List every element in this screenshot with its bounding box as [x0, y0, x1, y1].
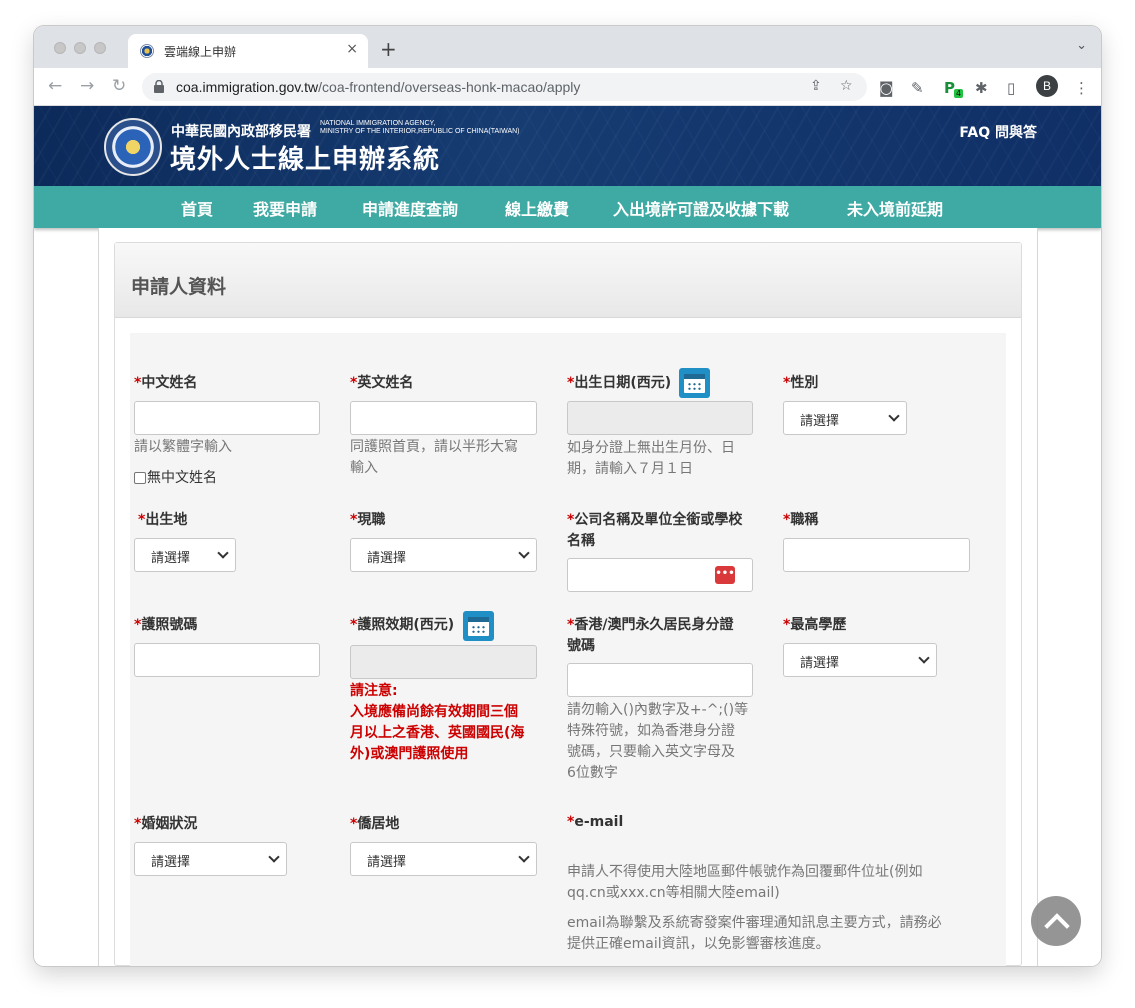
birth-date-help: 如身分證上無出生月份、日 期，請輸入７月１日	[567, 440, 735, 477]
calendar-icon[interactable]	[463, 611, 494, 641]
nav-home[interactable]: 首頁	[181, 196, 213, 220]
no-chinese-name-label[interactable]: 無中文姓名	[147, 468, 217, 489]
passport-no-input[interactable]	[134, 643, 320, 677]
nav-payment[interactable]: 線上繳費	[505, 196, 569, 220]
chevron-down-icon	[268, 851, 280, 863]
reload-icon[interactable]: ↻	[112, 76, 126, 96]
panel-header: 申請人資料	[115, 243, 1021, 318]
main-nav: 首頁 我要申請 申請進度查詢 線上繳費 入出境許可證及收據下載 未入境前延期	[34, 186, 1101, 228]
scroll-to-top-button[interactable]	[1031, 896, 1081, 946]
english-name-input[interactable]	[350, 401, 537, 435]
profile-avatar[interactable]: B	[1036, 75, 1058, 97]
agency-name-cn: 中華民國內政部移民署	[171, 124, 311, 140]
panel-title: 申請人資料	[131, 276, 227, 298]
password-manager-icon[interactable]: •••	[715, 566, 735, 584]
tab-strip: 雲端線上申辦 × + ⌄	[34, 26, 1101, 68]
minimize-window-button[interactable]	[74, 42, 86, 54]
passport-expiry-input[interactable]	[350, 645, 537, 679]
address-bar[interactable]: coa.immigration.gov.tw/coa-frontend/over…	[142, 73, 867, 101]
hk-id-label: *香港/澳門永久居民身分證 號碼	[567, 617, 734, 654]
bookmark-star-icon[interactable]: ☆	[840, 78, 853, 94]
new-tab-button[interactable]: +	[380, 37, 397, 61]
job-title-input[interactable]	[783, 538, 970, 572]
chinese-name-label: *中文姓名	[134, 375, 198, 391]
company-label: *公司名稱及單位全銜或學校 名稱	[567, 512, 743, 549]
tab-search-chevron-icon[interactable]: ⌄	[1076, 38, 1087, 53]
passport-expiry-label: *護照效期(西元)	[350, 617, 455, 633]
nav-extension[interactable]: 未入境前延期	[847, 196, 943, 220]
chevron-down-icon	[918, 652, 930, 664]
gender-label: *性別	[783, 375, 819, 391]
email-help-1: 申請人不得使用大陸地區郵件帳號作為回覆郵件位址(例如 qq.cn或xxx.cn等…	[567, 864, 923, 901]
nav-download[interactable]: 入出境許可證及收據下載	[613, 196, 789, 220]
company-input[interactable]: •••	[567, 558, 753, 592]
faq-link[interactable]: FAQ 問與答	[959, 122, 1037, 142]
more-menu-icon[interactable]: ⋮	[1074, 79, 1089, 97]
education-label: *最高學歷	[783, 617, 847, 633]
tab-title: 雲端線上申辦	[164, 45, 237, 59]
hk-id-input[interactable]	[567, 663, 753, 697]
occupation-label: *現職	[350, 512, 386, 528]
english-name-label: *英文姓名	[350, 375, 414, 391]
applicant-panel: 申請人資料 *中文姓名 請以繁體字輸入 無中文姓名 *英文姓名 同護照首頁，請以…	[114, 242, 1022, 966]
system-title: 境外人士線上申辦系統	[170, 145, 441, 175]
browser-window: 雲端線上申辦 × + ⌄ ← → ↻ coa.immigration.gov.t…	[34, 26, 1101, 966]
url-path: /coa-frontend/overseas-honk-macao/apply	[318, 79, 581, 95]
extensions-puzzle-icon[interactable]: ✱	[975, 79, 988, 97]
chinese-name-input[interactable]	[134, 401, 320, 435]
marital-select[interactable]: 請選擇	[134, 842, 287, 876]
close-window-button[interactable]	[54, 42, 66, 54]
chevron-down-icon	[518, 547, 530, 559]
birthplace-label: *出生地	[138, 512, 188, 528]
lock-icon	[154, 80, 164, 93]
browser-toolbar: ← → ↻ coa.immigration.gov.tw/coa-fronten…	[34, 68, 1101, 106]
job-title-label: *職稱	[783, 512, 819, 528]
nav-apply[interactable]: 我要申請	[253, 196, 317, 220]
occupation-select[interactable]: 請選擇	[350, 538, 537, 572]
browser-tab[interactable]: 雲端線上申辦 ×	[128, 34, 368, 68]
eyedropper-icon[interactable]: ✎	[911, 79, 924, 97]
web-page: 中華民國內政部移民署 NATIONAL IMMIGRATION AGENCY, …	[34, 106, 1101, 966]
camera-icon[interactable]: ◙	[879, 79, 894, 97]
no-chinese-name-checkbox[interactable]	[134, 472, 146, 484]
favicon-icon	[140, 44, 154, 58]
agency-en-line1: NATIONAL IMMIGRATION AGENCY,	[320, 120, 436, 127]
agency-en-line2: MINISTRY OF THE INTERIOR,REPUBLIC OF CHI…	[320, 128, 520, 135]
calendar-icon[interactable]	[679, 368, 710, 398]
chevron-down-icon	[888, 410, 900, 422]
email-label: *e-mail	[567, 814, 624, 830]
chevron-down-icon	[518, 851, 530, 863]
education-select[interactable]: 請選擇	[783, 643, 937, 677]
share-icon[interactable]: ⇪	[810, 78, 822, 94]
back-arrow-icon[interactable]: ←	[48, 76, 62, 96]
english-name-help: 同護照首頁，請以半形大寫 輸入	[350, 439, 518, 476]
birthplace-select[interactable]: 請選擇	[134, 538, 236, 572]
immigration-seal-logo[interactable]	[104, 118, 162, 176]
side-panel-icon[interactable]: ▯	[1007, 79, 1015, 97]
email-help-2: email為聯繫及系統寄發案件審理通知訊息主要方式，請務必 提供正確email資…	[567, 915, 942, 952]
birth-date-label: *出生日期(西元)	[567, 375, 672, 391]
gender-select[interactable]: 請選擇	[783, 401, 907, 435]
chevron-down-icon	[217, 547, 229, 559]
url-text: coa.immigration.gov.tw/coa-frontend/over…	[176, 79, 580, 95]
site-header: 中華民國內政部移民署 NATIONAL IMMIGRATION AGENCY, …	[34, 106, 1101, 186]
nav-progress[interactable]: 申請進度查詢	[362, 196, 458, 220]
passport-expiry-warning: 請注意: 入境應備尚餘有效期間三個 月以上之香港、英國國民(海 外)或澳門護照使…	[350, 683, 525, 762]
hk-id-help: 請勿輸入()內數字及+-^;()等 特殊符號，如為香港身分證 號碼，只要輸入英文…	[567, 702, 749, 781]
agency-name-en: NATIONAL IMMIGRATION AGENCY, MINISTRY OF…	[320, 120, 520, 136]
chinese-name-help: 請以繁體字輸入	[134, 439, 232, 455]
tab-close-icon[interactable]: ×	[346, 41, 358, 57]
birth-date-input[interactable]	[567, 401, 753, 435]
forward-arrow-icon[interactable]: →	[80, 76, 94, 96]
extension-badge: 4	[954, 89, 964, 98]
applicant-form: *中文姓名 請以繁體字輸入 無中文姓名 *英文姓名 同護照首頁，請以半形大寫 輸入…	[130, 333, 1006, 966]
marital-label: *婚姻狀況	[134, 816, 198, 832]
url-host: coa.immigration.gov.tw	[176, 79, 319, 95]
passport-no-label: *護照號碼	[134, 617, 198, 633]
zoom-window-button[interactable]	[94, 42, 106, 54]
residence-label: *僑居地	[350, 816, 400, 832]
residence-select[interactable]: 請選擇	[350, 842, 537, 876]
